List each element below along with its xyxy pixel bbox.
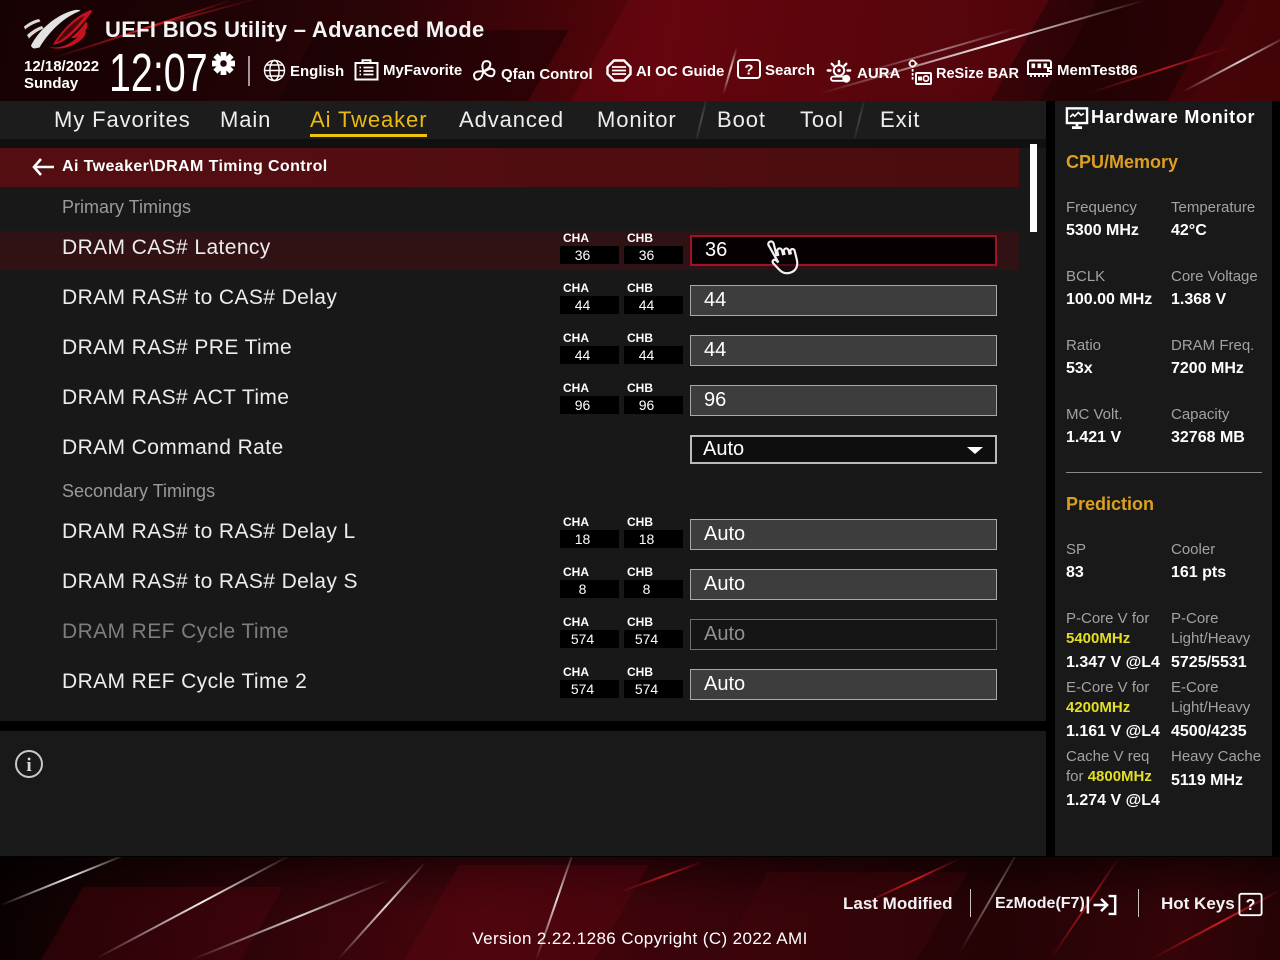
- svg-text:?: ?: [744, 62, 753, 79]
- svg-text:?: ?: [1246, 897, 1256, 914]
